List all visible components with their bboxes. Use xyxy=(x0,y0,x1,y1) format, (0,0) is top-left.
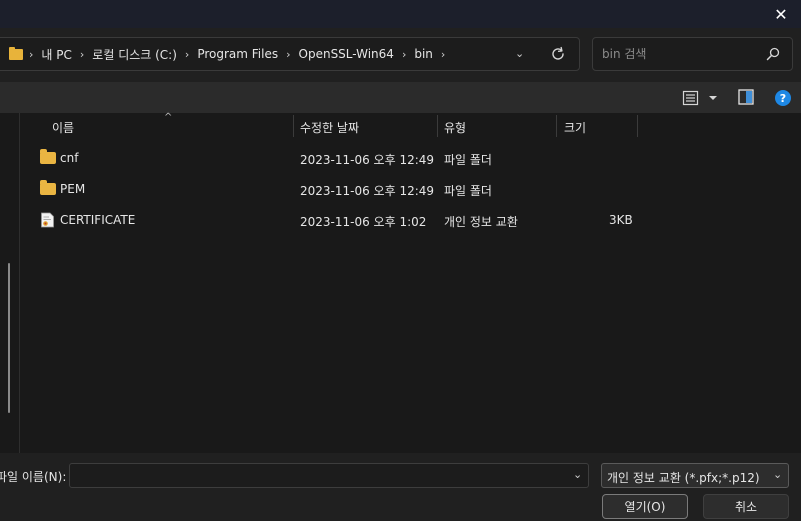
address-history-chevron-down-icon[interactable]: ⌄ xyxy=(515,47,524,60)
file-type: 개인 정보 교환 xyxy=(444,215,518,229)
preview-pane-icon[interactable] xyxy=(737,88,755,106)
title-bar: ✕ xyxy=(0,0,801,28)
main-area: 이름 ^ 수정한 날짜 유형 크기 cnf 2023-11-06 오후 12:4… xyxy=(0,112,801,453)
column-header-name[interactable]: 이름 xyxy=(52,119,74,136)
bottom-panel: 파일 이름(N): ⌄ 개인 정보 교환 (*.pfx;*.p12) ⌄ 열기(… xyxy=(0,453,801,521)
help-icon: ? xyxy=(779,91,787,105)
help-button[interactable]: ? xyxy=(775,90,791,106)
cancel-button[interactable]: 취소 xyxy=(703,494,789,519)
close-button[interactable]: ✕ xyxy=(761,0,801,28)
column-divider[interactable] xyxy=(437,115,438,137)
close-icon: ✕ xyxy=(774,4,788,24)
column-header-type[interactable]: 유형 xyxy=(444,119,466,136)
file-row-pem[interactable]: PEM 2023-11-06 오후 12:49 파일 폴더 xyxy=(20,176,801,202)
column-header: 이름 ^ 수정한 날짜 유형 크기 xyxy=(20,112,801,139)
search-box[interactable] xyxy=(592,37,793,71)
filename-combobox[interactable]: ⌄ xyxy=(69,463,589,488)
column-divider[interactable] xyxy=(637,115,638,137)
file-row-cnf[interactable]: cnf 2023-11-06 오후 12:49 파일 폴더 xyxy=(20,145,801,171)
breadcrumb: › 내 PC › 로컬 디스크 (C:) › Program Files › O… xyxy=(29,38,453,70)
breadcrumb-item-bin[interactable]: bin xyxy=(414,47,433,61)
file-name: CERTIFICATE xyxy=(60,213,136,227)
filename-input[interactable] xyxy=(76,467,556,485)
chevron-right-icon: › xyxy=(79,47,85,61)
breadcrumb-item-this-pc[interactable]: 내 PC xyxy=(41,46,71,63)
search-input[interactable] xyxy=(602,45,762,63)
chevron-right-icon: › xyxy=(184,47,190,61)
file-row-certificate[interactable]: CERTIFICATE 2023-11-06 오후 1:02 개인 정보 교환 … xyxy=(20,207,801,233)
column-divider[interactable] xyxy=(293,115,294,137)
chevron-down-icon[interactable]: ⌄ xyxy=(573,468,582,481)
refresh-icon[interactable] xyxy=(549,45,567,63)
address-bar[interactable]: › 내 PC › 로컬 디스크 (C:) › Program Files › O… xyxy=(0,37,580,71)
view-list-icon xyxy=(682,90,699,106)
column-header-size[interactable]: 크기 xyxy=(564,119,586,136)
navigation-bar: › 내 PC › 로컬 디스크 (C:) › Program Files › O… xyxy=(0,28,801,82)
navigation-scrollbar[interactable] xyxy=(8,263,10,413)
file-name: PEM xyxy=(60,182,86,196)
breadcrumb-item-local-disk[interactable]: 로컬 디스크 (C:) xyxy=(92,46,177,63)
chevron-right-icon: › xyxy=(401,47,407,61)
file-name: cnf xyxy=(60,151,79,165)
folder-icon xyxy=(40,180,56,195)
filename-label: 파일 이름(N): xyxy=(0,470,67,484)
chevron-right-icon: › xyxy=(440,47,446,61)
file-modified: 2023-11-06 오후 12:49 xyxy=(300,153,435,167)
file-modified: 2023-11-06 오후 1:02 xyxy=(300,215,427,229)
certificate-icon xyxy=(41,212,54,228)
folder-icon xyxy=(9,47,23,60)
column-header-modified[interactable]: 수정한 날짜 xyxy=(300,119,359,136)
view-options-button[interactable] xyxy=(682,89,720,107)
chevron-down-icon xyxy=(709,96,717,100)
file-size: 3KB xyxy=(609,213,633,227)
sort-ascending-icon: ^ xyxy=(164,112,173,123)
navigation-pane[interactable] xyxy=(0,113,20,453)
file-modified: 2023-11-06 오후 12:49 xyxy=(300,184,435,198)
chevron-right-icon: › xyxy=(286,47,291,61)
folder-icon xyxy=(40,149,56,164)
breadcrumb-item-program-files[interactable]: Program Files xyxy=(197,47,278,61)
breadcrumb-item-openssl[interactable]: OpenSSL-Win64 xyxy=(299,47,394,61)
filetype-select[interactable]: 개인 정보 교환 (*.pfx;*.p12) ⌄ xyxy=(601,463,789,488)
chevron-down-icon: ⌄ xyxy=(773,468,783,481)
file-type: 파일 폴더 xyxy=(444,153,492,167)
toolbar: ? xyxy=(0,82,801,113)
open-button[interactable]: 열기(O) xyxy=(602,494,688,519)
chevron-right-icon: › xyxy=(29,47,34,61)
column-divider[interactable] xyxy=(556,115,557,137)
file-type: 파일 폴더 xyxy=(444,184,492,198)
filetype-value: 개인 정보 교환 (*.pfx;*.p12) xyxy=(607,471,760,485)
search-icon[interactable] xyxy=(765,46,781,62)
